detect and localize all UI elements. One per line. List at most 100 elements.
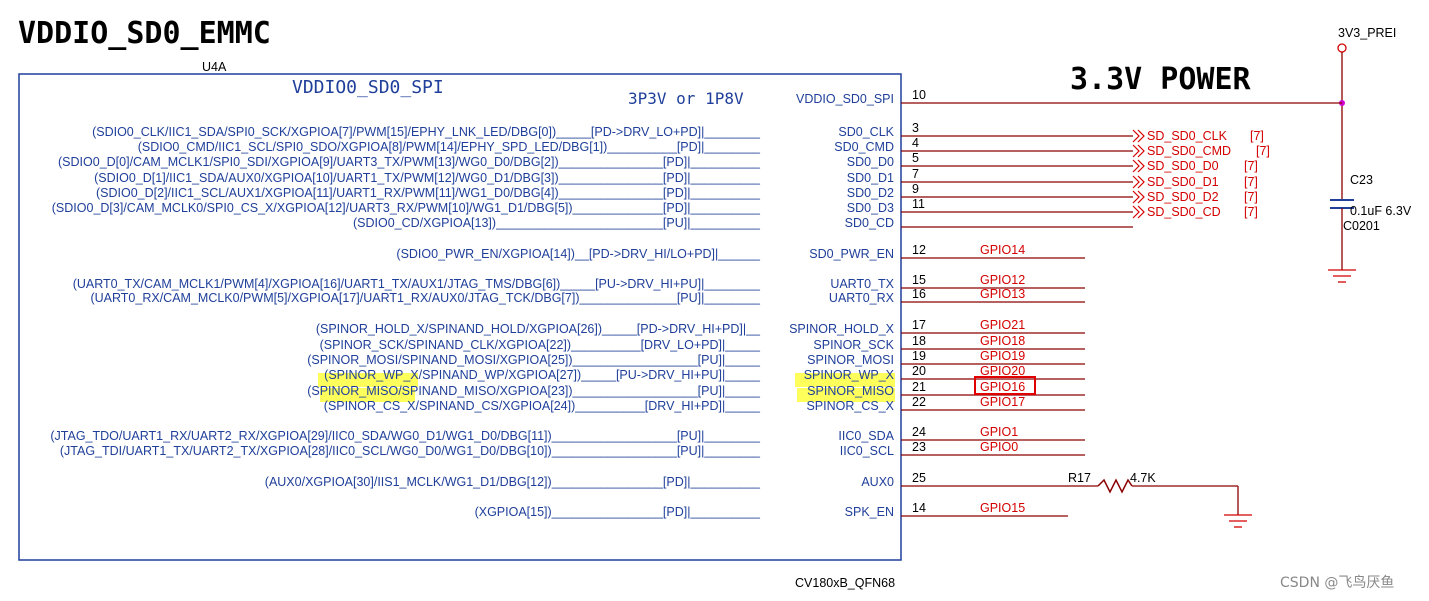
pin-row: (JTAG_TDO/UART1_RX/UART2_RX/XGPIOA[29]/I… [50,425,1085,443]
pin-name: SD0_D1 [847,171,894,185]
pin-number: 19 [912,349,926,363]
pin-name: SPINOR_HOLD_X [789,322,895,336]
pin-name: SD0_D2 [847,186,894,200]
pin-number: 10 [912,88,926,102]
net-label: SD_SD0_D2 [1147,190,1219,204]
net-ref: [7] [1244,190,1258,204]
pin-number: 3 [912,121,919,135]
net-label: GPIO15 [980,501,1025,515]
pin-name: SD0_CMD [834,140,894,154]
pin-number: 9 [912,182,919,196]
pin-description: (UART0_TX/CAM_MCLK1/PWM[4]/XGPIOA[16]/UA… [73,277,761,291]
pin-description: (SDIO0_D[1]/IIC1_SDA/AUX0/XGPIOA[10]/UAR… [94,171,761,185]
pin-number: 11 [912,197,925,211]
net-label: GPIO17 [980,395,1025,409]
pin-description: (SPINOR_SCK/SPINAND_CLK/XGPIOA[22])_____… [320,338,761,352]
pin-number: 7 [912,167,919,181]
net-ref: [7] [1244,175,1258,189]
resistor-icon [1097,478,1133,494]
net-label: SD_SD0_D0 [1147,159,1219,173]
pin-row: (SDIO0_PWR_EN/XGPIOA[14])__[PD->DRV_HI/L… [396,243,1085,261]
power-net-label: 3V3_PREI [1338,26,1396,40]
ground-icon [1224,514,1252,528]
pin-number: 20 [912,364,926,378]
pin-number: 4 [912,136,919,150]
pin-description: (SPINOR_MOSI/SPINAND_MOSI/XGPIOA[25])___… [307,353,761,367]
pin-name: SPINOR_MOSI [807,353,894,367]
block-voltage: 3P3V or 1P8V [628,89,744,108]
pin-name: SPK_EN [845,505,894,519]
ground-icon [1328,269,1356,283]
net-ref: [7] [1244,205,1258,219]
pin-number: 17 [912,318,926,332]
pin-description: (SPINOR_MISO/SPINAND_MISO/XGPIOA[23])___… [307,384,761,398]
capacitor-footprint: C0201 [1343,219,1380,233]
pin-description: (SDIO0_PWR_EN/XGPIOA[14])__[PD->DRV_HI/L… [396,247,761,261]
net-ref: [7] [1256,144,1270,158]
pin-row: (AUX0/XGPIOA[30]/IIS1_MCLK/WG1_D1/DBG[12… [265,471,1098,489]
pin-row: (XGPIOA[15])________________[PD]|_______… [475,501,1068,519]
power-net-icon [1337,43,1347,53]
pin-description: (XGPIOA[15])________________[PD]|_______… [475,505,761,519]
resistor-ref: R17 [1068,471,1091,485]
net-ref: [7] [1250,129,1264,143]
pin-description: (SDIO0_CMD/IIC1_SCL/SPI0_SDO/XGPIOA[8]/P… [138,140,761,154]
capacitor-ref: C23 [1350,173,1373,187]
pin-description: (SDIO0_D[2]/IIC1_SCL/AUX1/XGPIOA[11]/UAR… [96,186,761,200]
pin-number: 14 [912,501,926,515]
pin-row: (SDIO0_CD/XGPIOA[13])___________________… [353,216,1133,230]
net-label: GPIO14 [980,243,1025,257]
power-label: 3.3V POWER [1070,62,1252,97]
pin-number: 5 [912,151,919,165]
pin-row: (SPINOR_HOLD_X/SPINAND_HOLD/XGPIOA[26])_… [316,318,1085,336]
pin-row: (SPINOR_MISO/SPINAND_MISO/XGPIOA[23])___… [307,380,1085,398]
net-label: GPIO1 [980,425,1018,439]
pin-name: UART0_RX [829,291,895,305]
pin-row: (SDIO0_D[0]/CAM_MCLK1/SPI0_SDI/XGPIOA[9]… [58,151,1258,173]
pin-name: SPINOR_MISO [807,384,894,398]
pin-number: 24 [912,425,926,439]
pin-description: (SDIO0_CLK/IIC1_SDA/SPI0_SCK/XGPIOA[7]/P… [92,125,761,139]
pin-name: SPINOR_SCK [813,338,894,352]
pin-description: (SPINOR_HOLD_X/SPINAND_HOLD/XGPIOA[26])_… [316,322,761,336]
pin-name: UART0_TX [830,277,894,291]
pin-name: IIC0_SDA [838,429,894,443]
net-label: GPIO21 [980,318,1025,332]
net-label: SD_SD0_D1 [1147,175,1219,189]
block-name: VDDIO0_SD0_SPI [292,77,444,98]
part-ref: U4A [202,60,227,74]
schematic-title: VDDIO_SD0_EMMC [18,16,271,51]
net-ref: [7] [1244,159,1258,173]
pin-row: (UART0_TX/CAM_MCLK1/PWM[4]/XGPIOA[16]/UA… [73,273,1085,291]
pin-rows: VDDIO_SD0_SPI 10 (SDIO0_CLK/IIC1_SDA/SPI0_… [50,88,1342,519]
pin-number: 21 [912,380,926,394]
net-arrow-icon [1132,144,1145,158]
pin-name: SPINOR_WP_X [804,368,895,382]
pin-number: 12 [912,243,926,257]
net-label: GPIO20 [980,364,1025,378]
net-arrow-icon [1132,129,1145,143]
net-arrow-icon [1132,159,1145,173]
net-label: SD_SD0_CMD [1147,144,1231,158]
net-label: GPIO19 [980,349,1025,363]
pin-name: SD0_CLK [838,125,894,139]
net-label: GPIO0 [980,440,1018,454]
part-number: CV180xB_QFN68 [795,576,895,590]
net-label: GPIO12 [980,273,1025,287]
pin-name: SD0_D3 [847,201,894,215]
net-label: GPIO18 [980,334,1025,348]
pin-description: (JTAG_TDO/UART1_RX/UART2_RX/XGPIOA[29]/I… [50,429,761,443]
pin-number: 16 [912,287,926,301]
pin-row: (SPINOR_SCK/SPINAND_CLK/XGPIOA[22])_____… [320,334,1085,352]
pin-description: (SDIO0_D[0]/CAM_MCLK1/SPI0_SDI/XGPIOA[9]… [58,155,761,169]
pin-name: SPINOR_CS_X [806,399,894,413]
net-label: GPIO13 [980,287,1025,301]
pin-name: SD0_CD [845,216,894,230]
pin-number: 15 [912,273,926,287]
net-label: SD_SD0_CLK [1147,129,1228,143]
pin-description: (UART0_RX/CAM_MCLK0/PWM[5]/XGPIOA[17]/UA… [90,291,761,305]
pin-name: SD0_D0 [847,155,894,169]
net-arrow-icon [1132,205,1145,219]
resistor-value: 4.7K [1130,471,1156,485]
pin-name: IIC0_SCL [840,444,894,458]
